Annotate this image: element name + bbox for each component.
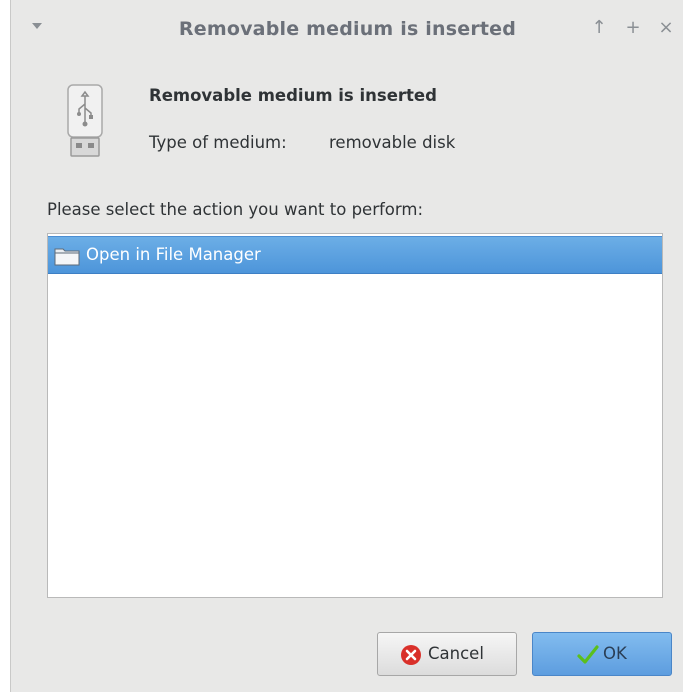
list-item-open-in-file-manager[interactable]: Open in File Manager <box>48 236 662 274</box>
shade-button[interactable]: ↑ <box>588 17 610 39</box>
title-bar[interactable]: Removable medium is inserted ↑ + × <box>11 0 683 62</box>
close-button[interactable]: × <box>655 17 677 39</box>
dialog-window: Removable medium is inserted ↑ + × Remov… <box>10 0 683 692</box>
maximize-button[interactable]: + <box>622 17 644 39</box>
cancel-button-label: Cancel <box>428 644 484 663</box>
cancel-icon <box>401 645 421 665</box>
medium-type-label: Type of medium: <box>149 133 287 152</box>
cancel-button[interactable]: Cancel <box>377 632 517 676</box>
ok-button-label: OK <box>603 644 627 663</box>
ok-button[interactable]: OK <box>532 632 672 676</box>
usb-drive-icon <box>67 84 103 157</box>
window-title: Removable medium is inserted <box>178 18 517 40</box>
list-item-label: Open in File Manager <box>86 245 261 264</box>
checkmark-icon <box>577 645 599 664</box>
folder-icon <box>54 248 80 266</box>
action-prompt: Please select the action you want to per… <box>47 200 424 219</box>
medium-type-value: removable disk <box>329 133 456 152</box>
action-list[interactable]: Open in File Manager <box>47 233 663 598</box>
medium-heading: Removable medium is inserted <box>149 86 437 105</box>
